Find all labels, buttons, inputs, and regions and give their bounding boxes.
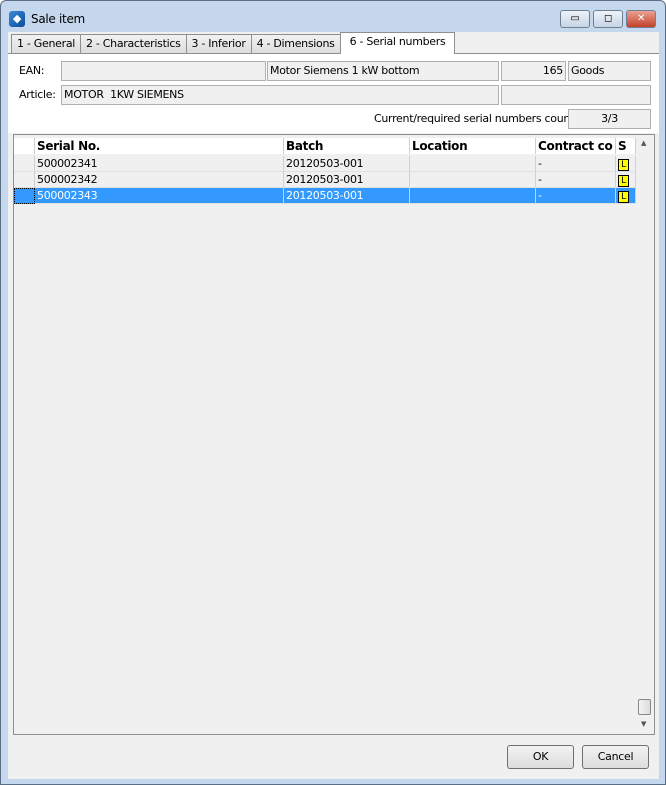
- tab-characteristics[interactable]: 2 - Characteristics: [80, 34, 187, 54]
- window-title: Sale item: [31, 12, 85, 26]
- grid-header: Serial No. Batch Location Contract co S: [14, 138, 636, 154]
- scroll-down-icon[interactable]: ▼: [641, 720, 646, 728]
- scrollbar-thumb[interactable]: [638, 699, 651, 715]
- indicator-header: [14, 138, 35, 154]
- tab-dimensions[interactable]: 4 - Dimensions: [250, 34, 341, 54]
- maximize-button[interactable]: ◻: [593, 10, 623, 28]
- status-badge: L: [618, 175, 629, 187]
- row-indicator[interactable]: [14, 156, 35, 172]
- table-row[interactable]: 500002341 20120503-001 - L: [14, 156, 636, 172]
- cell-contract[interactable]: -: [536, 172, 616, 188]
- status-badge: L: [618, 191, 629, 203]
- sale-item-window: ◆ Sale item ▭ ◻ ✕ 1 - General 2 - Charac…: [0, 0, 666, 785]
- column-header-s[interactable]: S: [616, 138, 636, 154]
- type-field: Goods: [568, 61, 651, 81]
- count-field: 3/3: [568, 109, 651, 129]
- minimize-button[interactable]: ▭: [560, 10, 590, 28]
- cell-serial[interactable]: 500002342: [35, 172, 284, 188]
- ean-field: [61, 61, 266, 81]
- column-header-contract[interactable]: Contract co: [536, 138, 616, 154]
- status-badge: L: [618, 159, 629, 171]
- title-bar: ◆ Sale item: [9, 9, 85, 29]
- column-header-location[interactable]: Location: [410, 138, 536, 154]
- table-row[interactable]: 500002343 20120503-001 - L: [14, 188, 636, 204]
- vertical-scrollbar[interactable]: ▲ ▼: [636, 135, 654, 734]
- cell-contract[interactable]: -: [536, 156, 616, 172]
- table-row[interactable]: 500002342 20120503-001 - L: [14, 172, 636, 188]
- row-indicator[interactable]: [14, 172, 35, 188]
- column-header-batch[interactable]: Batch: [284, 138, 410, 154]
- tab-bar: 1 - General 2 - Characteristics 3 - Infe…: [11, 32, 456, 54]
- ok-button[interactable]: OK: [507, 745, 574, 769]
- cell-location[interactable]: [410, 172, 536, 188]
- row-indicator[interactable]: [14, 188, 35, 204]
- description-field: Motor Siemens 1 kW bottom: [267, 61, 499, 81]
- close-button[interactable]: ✕: [626, 10, 656, 28]
- column-header-serial[interactable]: Serial No.: [35, 138, 284, 154]
- tab-serial-numbers[interactable]: 6 - Serial numbers: [339, 32, 456, 54]
- number-field: 165: [501, 61, 566, 81]
- article-extra-field: [501, 85, 651, 105]
- cell-s[interactable]: L: [616, 156, 636, 172]
- article-label: Article:: [19, 88, 56, 101]
- cell-batch[interactable]: 20120503-001: [284, 188, 410, 204]
- serial-numbers-grid: Serial No. Batch Location Contract co S …: [13, 134, 655, 735]
- cell-serial[interactable]: 500002341: [35, 156, 284, 172]
- dialog-client: 1 - General 2 - Characteristics 3 - Infe…: [8, 32, 659, 779]
- serial-numbers-panel: EAN: Motor Siemens 1 kW bottom 165 Goods…: [8, 53, 659, 133]
- cell-batch[interactable]: 20120503-001: [284, 172, 410, 188]
- cell-s[interactable]: L: [616, 172, 636, 188]
- tab-inferior[interactable]: 3 - Inferior: [185, 34, 252, 54]
- cell-serial[interactable]: 500002343: [35, 188, 284, 204]
- cancel-button[interactable]: Cancel: [582, 745, 649, 769]
- cell-s[interactable]: L: [616, 188, 636, 204]
- app-icon: ◆: [9, 11, 25, 27]
- cell-location[interactable]: [410, 156, 536, 172]
- cell-contract[interactable]: -: [536, 188, 616, 204]
- ean-label: EAN:: [19, 64, 45, 77]
- tab-general[interactable]: 1 - General: [11, 34, 82, 54]
- scroll-up-icon[interactable]: ▲: [641, 139, 646, 147]
- cell-batch[interactable]: 20120503-001: [284, 156, 410, 172]
- cell-location[interactable]: [410, 188, 536, 204]
- article-field: MOTOR 1KW SIEMENS: [61, 85, 499, 105]
- count-label: Current/required serial numbers count:: [374, 112, 578, 125]
